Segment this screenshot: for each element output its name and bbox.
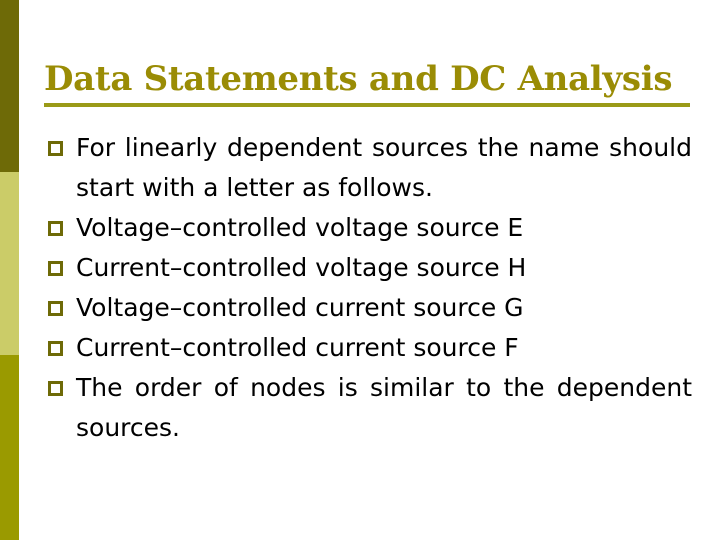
bullet-list: For linearly dependent sources the name … xyxy=(44,128,692,448)
list-item-label: Voltage–controlled voltage source E xyxy=(76,213,524,242)
list-item-label: For linearly dependent sources the name … xyxy=(76,133,692,202)
list-item: Current–controlled current source F xyxy=(44,328,692,368)
list-item: Voltage–controlled current source G xyxy=(44,288,692,328)
hollow-square-bullet-icon xyxy=(48,341,63,356)
list-item: For linearly dependent sources the name … xyxy=(44,128,692,208)
title-underline-rule xyxy=(44,103,690,107)
hollow-square-bullet-icon xyxy=(48,141,63,156)
hollow-square-bullet-icon xyxy=(48,261,63,276)
list-item-label: Voltage–controlled current source G xyxy=(76,293,524,322)
slide-content: Data Statements and DC Analysis For line… xyxy=(0,0,720,540)
list-item-label: Current–controlled voltage source H xyxy=(76,253,527,282)
list-item-label: Current–controlled current source F xyxy=(76,333,519,362)
list-item: The order of nodes is similar to the dep… xyxy=(44,368,692,448)
hollow-square-bullet-icon xyxy=(48,301,63,316)
list-item: Voltage–controlled voltage source E xyxy=(44,208,692,248)
hollow-square-bullet-icon xyxy=(48,381,63,396)
list-item: Current–controlled voltage source H xyxy=(44,248,692,288)
hollow-square-bullet-icon xyxy=(48,221,63,236)
page-title: Data Statements and DC Analysis xyxy=(44,59,673,99)
title-block: Data Statements and DC Analysis xyxy=(44,58,690,107)
list-item-label: The order of nodes is similar to the dep… xyxy=(76,373,692,442)
